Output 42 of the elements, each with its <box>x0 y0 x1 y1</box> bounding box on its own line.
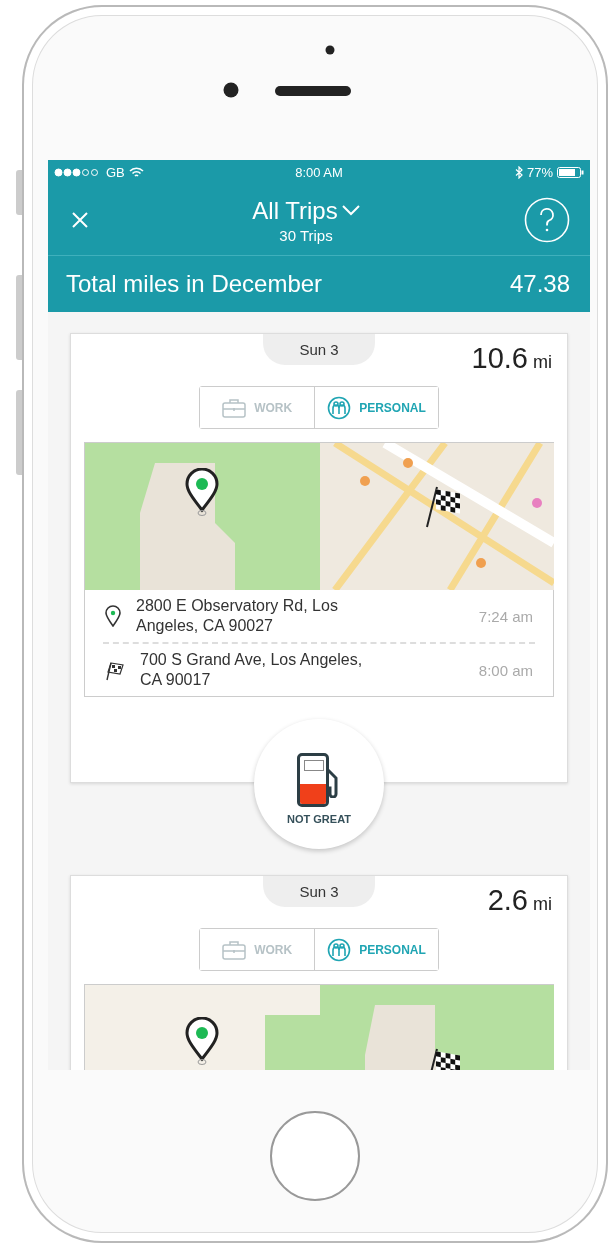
summary-value: 47.38 <box>509 270 570 298</box>
start-pin-icon <box>185 1017 219 1065</box>
trips-filter-title[interactable]: All Trips <box>252 196 338 225</box>
checkered-flag-icon <box>105 659 125 681</box>
briefcase-icon <box>222 939 247 960</box>
trip-date: Sun 3 <box>263 876 375 907</box>
nozzle-icon <box>326 766 338 798</box>
camera-icon <box>223 82 239 98</box>
sensor-icon <box>325 45 335 55</box>
fuel-rating-badge[interactable]: NOT GREAT <box>254 719 384 849</box>
distance-unit: mi <box>533 894 552 915</box>
help-icon[interactable] <box>524 197 570 243</box>
home-button[interactable] <box>269 1109 361 1202</box>
battery-icon <box>557 167 584 178</box>
trip-distance: 10.6 <box>471 342 528 375</box>
stop-address: 700 S Grand Ave, Los Angeles, CA 90017 <box>140 650 364 690</box>
people-icon <box>327 395 352 420</box>
battery-percent: 77% <box>527 165 553 180</box>
stop-time: 7:24 am <box>477 607 533 625</box>
trip-card[interactable]: Sun 3 2.6 mi WORK PERSONAL <box>70 875 568 1070</box>
trip-count: 30 Trips <box>279 226 333 244</box>
fuel-rating-label: NOT GREAT <box>287 812 351 825</box>
chevron-down-icon[interactable] <box>341 205 360 216</box>
clock-label: 8:00 AM <box>295 165 343 180</box>
close-icon[interactable] <box>72 212 88 228</box>
category-toggle[interactable]: PERSONAL <box>314 387 438 428</box>
stop-address: 2800 E Observatory Rd, Los Angeles, CA 90027 <box>136 596 339 636</box>
trip-distance: 2.6 <box>487 884 528 917</box>
gauge-window <box>304 759 324 771</box>
summary-label: Total miles in December <box>66 270 323 298</box>
carrier-label: GB <box>106 165 125 180</box>
bluetooth-icon <box>515 166 523 179</box>
stop-time: 8:00 am <box>477 661 533 679</box>
distance-unit: mi <box>533 352 552 373</box>
location-pin-icon <box>105 605 121 627</box>
trip-card[interactable]: Sun 3 10.6 mi WORK PERSONAL 2800 E Observatory Rd, Los Angeles, CA 90027 7:24 am 700 S Grand Ave, Los Angeles, CA 90017 8:00 am <box>70 333 568 783</box>
wifi-icon <box>128 167 144 178</box>
briefcase-icon <box>222 397 247 418</box>
start-pin-icon <box>185 468 219 516</box>
trip-date: Sun 3 <box>263 334 375 365</box>
category-toggle[interactable]: PERSONAL <box>314 929 438 970</box>
people-icon <box>327 937 352 962</box>
